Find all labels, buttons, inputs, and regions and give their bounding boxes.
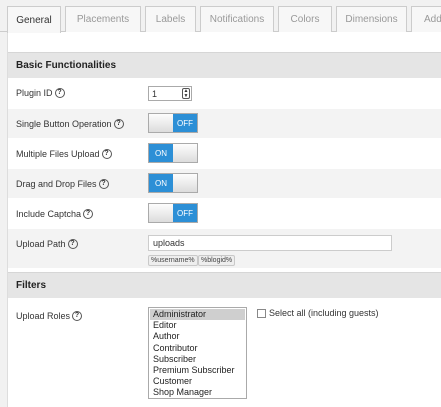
single-button-toggle[interactable]: OFF — [148, 113, 198, 133]
select-all-label[interactable]: Select all (including guests) — [269, 308, 379, 318]
list-item[interactable]: Editor — [150, 320, 245, 331]
help-icon[interactable]: ? — [98, 179, 109, 189]
captcha-toggle[interactable]: OFF — [148, 203, 198, 223]
row-upload-path: Upload Path ? uploads %username% %blogid… — [8, 228, 441, 268]
upload-roles-listbox[interactable]: Administrator Editor Author Contributor … — [148, 307, 247, 399]
chip-username[interactable]: %username% — [148, 255, 198, 266]
list-item[interactable]: Customer — [150, 376, 245, 387]
multiple-files-toggle[interactable]: ON — [148, 143, 198, 163]
tab-colors[interactable]: Colors — [278, 6, 332, 32]
help-icon[interactable]: ? — [101, 149, 112, 159]
row-single-button: Single Button Operation ? OFF — [8, 108, 441, 138]
row-upload-roles: Upload Roles ? Administrator Editor Auth… — [8, 298, 441, 407]
toggle-knob — [149, 204, 173, 222]
chip-blogid[interactable]: %blogid% — [198, 255, 236, 266]
upload-roles-label: Upload Roles — [16, 311, 71, 321]
spinner-arrows-icon[interactable]: ▲ ▼ — [182, 88, 190, 99]
help-icon[interactable]: ? — [72, 311, 83, 321]
single-button-label: Single Button Operation — [16, 119, 112, 129]
list-item[interactable]: Shop Manager — [150, 387, 245, 398]
help-icon[interactable]: ? — [54, 88, 65, 98]
list-item[interactable]: Subscriber — [150, 354, 245, 365]
upload-path-label: Upload Path — [16, 239, 66, 249]
list-item[interactable]: Administrator — [150, 309, 245, 321]
select-all-checkbox[interactable] — [257, 309, 266, 318]
multiple-files-label: Multiple Files Upload — [16, 149, 100, 159]
tab-bar: General Placements Labels Notifications … — [0, 0, 441, 33]
tab-placements[interactable]: Placements — [65, 6, 141, 32]
help-icon[interactable]: ? — [83, 209, 94, 219]
tab-general[interactable]: General — [7, 6, 61, 33]
toggle-knob — [173, 174, 197, 192]
settings-panel: Basic Functionalities Plugin ID ? 1 ▲ ▼ S… — [7, 32, 441, 407]
tab-notifications[interactable]: Notifications — [200, 6, 274, 32]
drag-drop-label: Drag and Drop Files — [16, 179, 97, 189]
help-icon[interactable]: ? — [67, 239, 78, 249]
section-header-filters: Filters — [8, 272, 441, 298]
upload-path-input[interactable]: uploads — [148, 235, 392, 251]
row-multiple-files: Multiple Files Upload ? ON — [8, 138, 441, 168]
row-plugin-id: Plugin ID ? 1 ▲ ▼ — [8, 78, 441, 108]
list-item[interactable]: Premium Subscriber — [150, 365, 245, 376]
tab-add[interactable]: Add — [411, 6, 441, 32]
tab-labels[interactable]: Labels — [145, 6, 196, 32]
section-header-basic: Basic Functionalities — [8, 52, 441, 78]
list-item[interactable]: Author — [150, 331, 245, 342]
drag-drop-toggle[interactable]: ON — [148, 173, 198, 193]
tab-dimensions[interactable]: Dimensions — [336, 6, 407, 32]
row-captcha: Include Captcha ? OFF — [8, 198, 441, 228]
help-icon[interactable]: ? — [113, 119, 124, 129]
toggle-knob — [173, 144, 197, 162]
toggle-knob — [149, 114, 173, 132]
row-drag-drop: Drag and Drop Files ? ON — [8, 168, 441, 198]
plugin-id-label: Plugin ID — [16, 88, 53, 98]
list-item[interactable]: Contributor — [150, 343, 245, 354]
captcha-label: Include Captcha — [16, 209, 82, 219]
plugin-id-input[interactable]: 1 ▲ ▼ — [148, 86, 192, 101]
